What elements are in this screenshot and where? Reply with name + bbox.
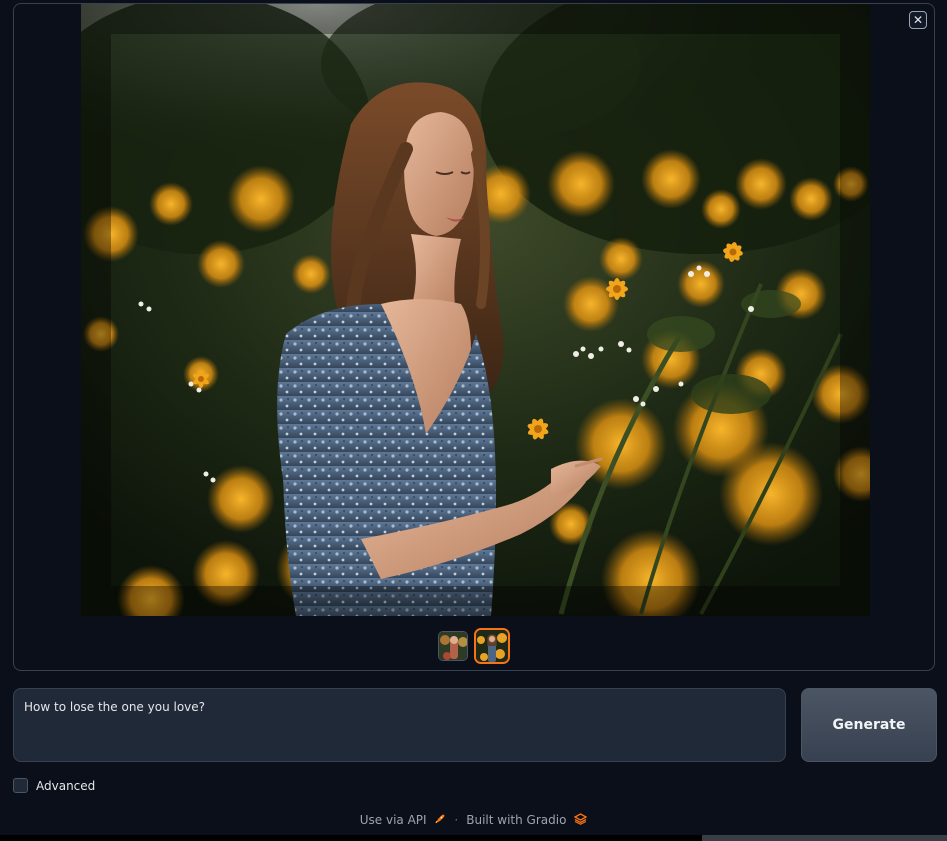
bottom-scrollbar-strip xyxy=(0,835,947,841)
prompt-input[interactable]: How to lose the one you love? xyxy=(13,688,786,762)
gallery-thumbnails xyxy=(14,628,934,664)
use-via-api-link[interactable]: Use via API xyxy=(360,813,447,827)
advanced-label: Advanced xyxy=(36,778,96,793)
scrollbar-thumb[interactable] xyxy=(702,835,947,841)
built-with-gradio-label: Built with Gradio xyxy=(466,813,567,827)
footer: Use via API · Built with Gradio xyxy=(0,813,947,827)
footer-separator: · xyxy=(454,813,459,827)
generate-button[interactable]: Generate xyxy=(801,688,937,762)
thumbnail-1[interactable] xyxy=(438,631,468,661)
gradio-logo-icon xyxy=(573,813,588,825)
use-via-api-label: Use via API xyxy=(359,813,427,827)
built-with-gradio-link[interactable]: Built with Gradio xyxy=(466,813,588,827)
image-gallery: ✕ xyxy=(13,3,935,671)
thumbnail-2[interactable] xyxy=(474,628,510,664)
close-icon[interactable]: ✕ xyxy=(909,11,927,29)
app-page: ✕ How to lose the one you love? Generate… xyxy=(0,0,947,841)
advanced-toggle[interactable]: Advanced xyxy=(13,778,95,793)
advanced-checkbox[interactable] xyxy=(13,778,28,793)
rocket-icon xyxy=(435,814,445,824)
gallery-preview-image[interactable] xyxy=(81,4,870,616)
